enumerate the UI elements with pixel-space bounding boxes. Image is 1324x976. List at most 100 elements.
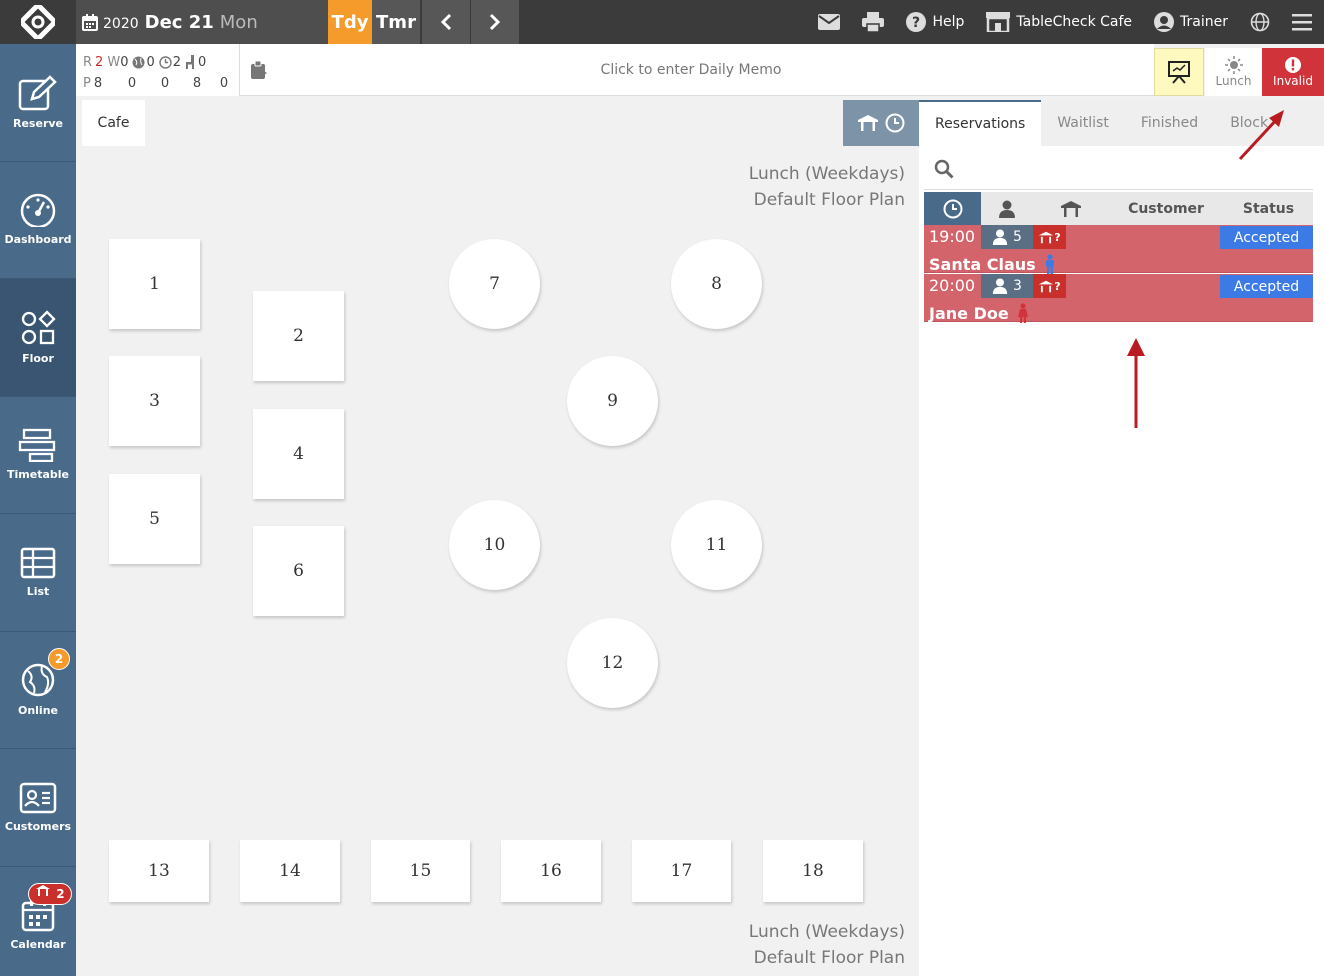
table-6[interactable]: 6 bbox=[253, 526, 344, 616]
timetable-icon bbox=[18, 429, 56, 463]
table-13[interactable]: 13 bbox=[109, 840, 209, 902]
memo-placeholder: Click to enter Daily Memo bbox=[600, 61, 782, 78]
table-15[interactable]: 15 bbox=[371, 840, 470, 902]
app-logo[interactable] bbox=[0, 0, 76, 44]
date-picker[interactable]: 2020 Dec 21 Mon bbox=[76, 0, 328, 44]
sidebar-item-timetable[interactable]: Timetable bbox=[0, 397, 76, 514]
stat-w-value: 0 bbox=[120, 55, 129, 70]
table-list-icon bbox=[20, 547, 56, 578]
sort-by-table-column[interactable] bbox=[1033, 200, 1108, 218]
presentation-mode-button[interactable] bbox=[1154, 48, 1204, 96]
customer-name: Santa Claus bbox=[929, 254, 1036, 274]
table-12[interactable]: 12 bbox=[567, 618, 658, 708]
status-column-header[interactable]: Status bbox=[1224, 201, 1313, 217]
invalid-reservations-button[interactable]: Invalid bbox=[1262, 48, 1324, 96]
previous-day-button[interactable] bbox=[422, 0, 470, 44]
plan-name: Default Floor Plan bbox=[753, 948, 905, 968]
sidebar-item-label: Online bbox=[17, 704, 58, 718]
table-9[interactable]: 9 bbox=[567, 356, 658, 446]
sidebar-item-dashboard[interactable]: Dashboard bbox=[0, 162, 76, 279]
reservation-time: 19:00 bbox=[929, 227, 976, 246]
store-button[interactable]: TableCheck Cafe bbox=[986, 12, 1132, 32]
sidebar-item-label: Dashboard bbox=[4, 233, 72, 247]
online-count-badge: 2 bbox=[48, 647, 70, 670]
reservation-row[interactable]: 20:00 3 ? Accepted Jane Doe bbox=[924, 274, 1313, 323]
daily-memo[interactable]: Click to enter Daily Memo bbox=[240, 44, 1154, 96]
main-menu-button[interactable] bbox=[1292, 13, 1312, 31]
floor-tab-cafe[interactable]: Cafe bbox=[82, 100, 145, 146]
sidebar-item-label: List bbox=[26, 584, 50, 598]
status-badge[interactable]: Accepted bbox=[1220, 226, 1313, 249]
clock-icon bbox=[885, 113, 905, 133]
person-icon bbox=[992, 278, 1008, 294]
logo-icon bbox=[21, 5, 55, 39]
help-label: Help bbox=[932, 14, 965, 30]
stat-w-label: W bbox=[107, 55, 121, 70]
table-4[interactable]: 4 bbox=[253, 409, 344, 499]
table-icon bbox=[1060, 200, 1081, 217]
sidebar-item-label: Reserve bbox=[13, 116, 63, 130]
table-5[interactable]: 5 bbox=[109, 474, 200, 564]
table-16[interactable]: 16 bbox=[501, 840, 601, 902]
hamburger-menu-icon bbox=[1292, 14, 1312, 31]
clock-icon bbox=[943, 199, 962, 218]
view-toggle-button[interactable] bbox=[843, 100, 919, 146]
sort-by-time-column[interactable] bbox=[924, 192, 981, 225]
tomorrow-button[interactable]: Tmr bbox=[372, 0, 420, 44]
table-7[interactable]: 7 bbox=[449, 239, 540, 329]
sidebar-item-label: Customers bbox=[4, 819, 72, 833]
user-button[interactable]: Trainer bbox=[1154, 12, 1228, 32]
table-unassigned-icon bbox=[36, 884, 51, 896]
table-18[interactable]: 18 bbox=[763, 840, 863, 902]
messages-button[interactable] bbox=[818, 14, 841, 30]
print-button[interactable] bbox=[862, 12, 885, 32]
stat-waiting-value: 2 bbox=[172, 55, 182, 70]
sort-by-party-column[interactable] bbox=[981, 200, 1033, 218]
table-14[interactable]: 14 bbox=[240, 840, 340, 902]
stat-online-value: 0 bbox=[146, 55, 155, 70]
table-10[interactable]: 10 bbox=[449, 500, 540, 590]
sidebar: Reserve Dashboard Floor Timetable List O… bbox=[0, 44, 76, 976]
sidebar-item-calendar[interactable]: Calendar 2 bbox=[0, 867, 76, 976]
customer-column-header[interactable]: Customer bbox=[1108, 201, 1224, 217]
table-icon bbox=[1039, 231, 1054, 243]
table-11[interactable]: 11 bbox=[671, 500, 762, 590]
globe-icon bbox=[1250, 12, 1270, 32]
sidebar-item-label: Timetable bbox=[7, 468, 69, 482]
tab-finished[interactable]: Finished bbox=[1125, 100, 1214, 146]
table-8[interactable]: 8 bbox=[671, 239, 762, 329]
today-button[interactable]: Tdy bbox=[328, 0, 372, 44]
top-right-menu: ? Help TableCheck Cafe Trainer bbox=[818, 0, 1324, 44]
help-button[interactable]: ? Help bbox=[906, 12, 964, 32]
table-assignment: ? bbox=[1033, 274, 1066, 298]
language-button[interactable] bbox=[1250, 12, 1270, 32]
sidebar-item-list[interactable]: List bbox=[0, 514, 76, 632]
search-icon bbox=[934, 159, 954, 179]
shapes-icon bbox=[21, 310, 56, 344]
sidebar-item-customers[interactable]: Customers bbox=[0, 749, 76, 867]
sidebar-item-online[interactable]: Online 2 bbox=[0, 632, 76, 749]
reservation-row[interactable]: 19:00 5 ? Accepted Santa Claus bbox=[924, 225, 1313, 274]
tab-waitlist[interactable]: Waitlist bbox=[1041, 100, 1124, 146]
table-3[interactable]: 3 bbox=[109, 356, 200, 446]
shift-lunch-button[interactable]: Lunch bbox=[1205, 48, 1262, 96]
printer-icon bbox=[862, 12, 885, 32]
status-badge[interactable]: Accepted bbox=[1220, 275, 1313, 298]
table-2[interactable]: 2 bbox=[253, 291, 344, 381]
gauge-icon bbox=[20, 194, 56, 228]
table-1[interactable]: 1 bbox=[109, 239, 200, 329]
female-icon bbox=[1017, 303, 1028, 323]
date-year: 2020 bbox=[103, 15, 139, 32]
sidebar-item-reserve[interactable]: Reserve bbox=[0, 44, 76, 162]
tab-reservations[interactable]: Reservations bbox=[919, 100, 1042, 146]
chevron-right-icon bbox=[489, 13, 501, 31]
customer-name-row: Jane Doe bbox=[929, 303, 1029, 323]
edit-icon bbox=[18, 75, 57, 110]
sidebar-item-floor[interactable]: Floor bbox=[0, 279, 76, 397]
next-day-button[interactable] bbox=[471, 0, 519, 44]
table-17[interactable]: 17 bbox=[632, 840, 731, 902]
annotation-arrow-invalid bbox=[1238, 110, 1284, 161]
question-circle-icon: ? bbox=[906, 12, 927, 32]
plan-name: Default Floor Plan bbox=[753, 190, 905, 210]
table-unassigned-mark: ? bbox=[1054, 230, 1061, 244]
